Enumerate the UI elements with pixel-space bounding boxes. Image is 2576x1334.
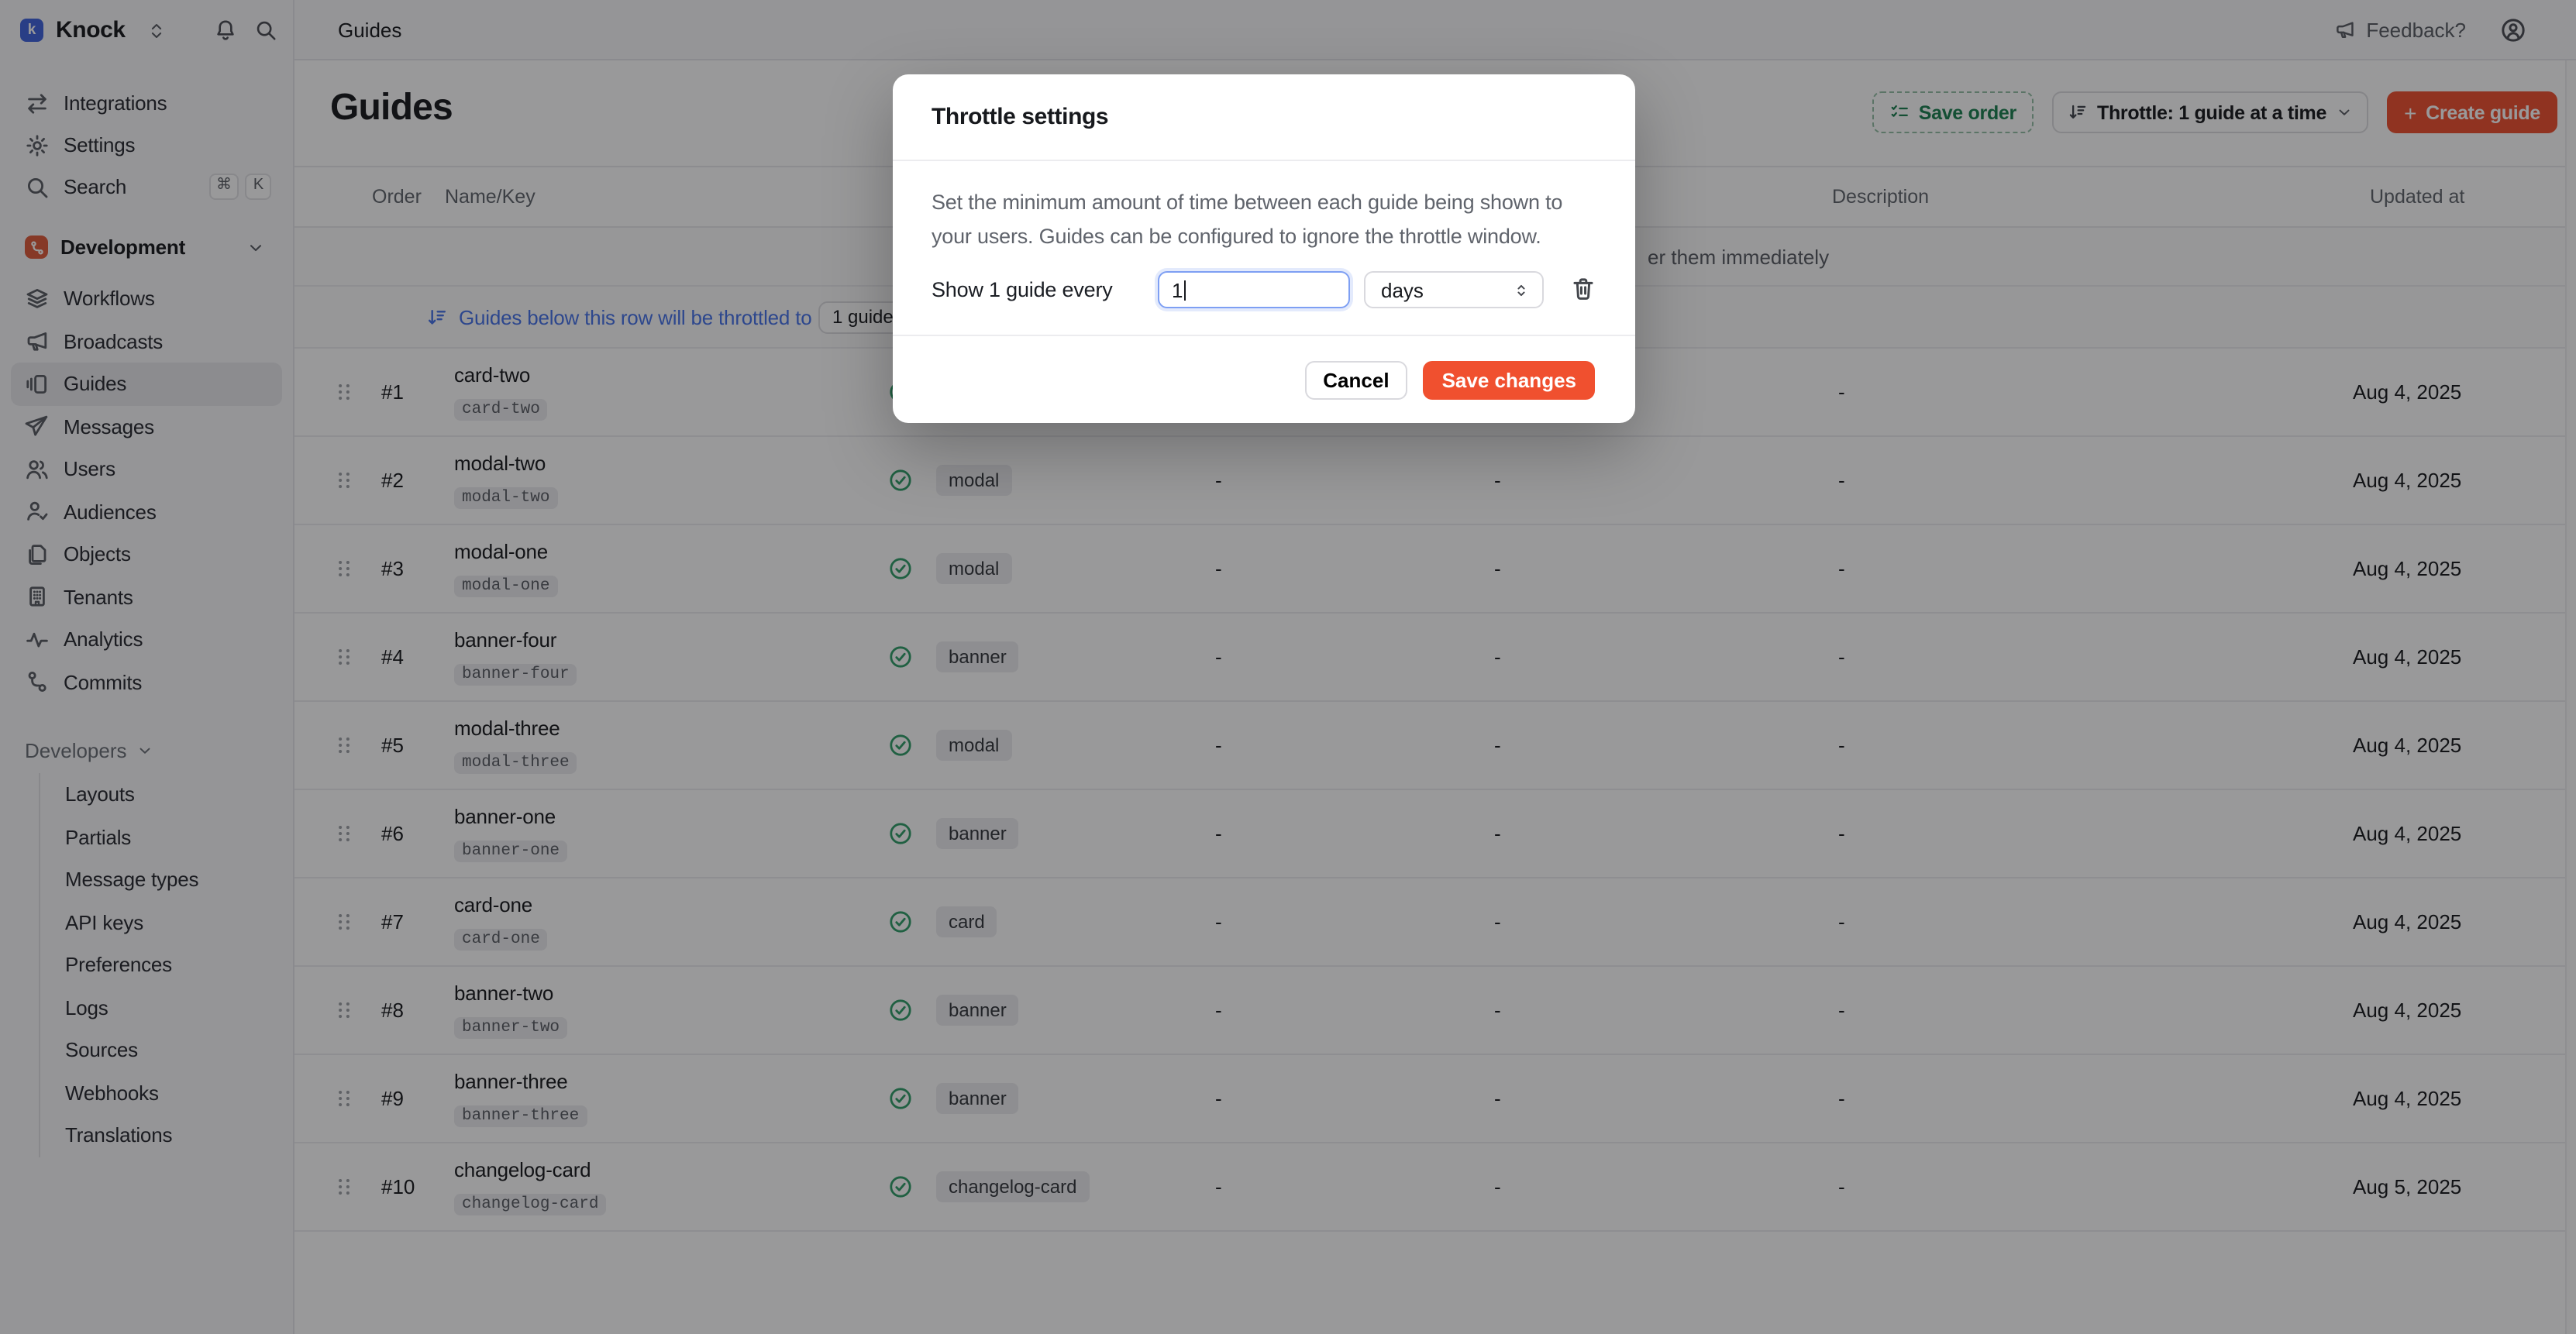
select-stepper-icon: [1513, 280, 1530, 300]
throttle-amount-label: Show 1 guide every: [932, 278, 1113, 301]
modal-description: Set the minimum amount of time between e…: [893, 161, 1635, 253]
modal-form-row: Show 1 guide every 1 days: [932, 271, 1596, 308]
throttle-unit-select[interactable]: days: [1364, 271, 1544, 308]
modal-footer: Cancel Save changes: [893, 335, 1635, 423]
modal-title: Throttle settings: [893, 74, 1635, 161]
throttle-amount-value: 1: [1172, 278, 1183, 301]
cancel-button[interactable]: Cancel: [1304, 360, 1407, 399]
save-changes-button[interactable]: Save changes: [1424, 360, 1595, 399]
throttle-settings-modal: Throttle settings Set the minimum amount…: [893, 74, 1635, 423]
throttle-amount-input[interactable]: 1: [1158, 271, 1350, 308]
throttle-unit-value: days: [1381, 278, 1424, 301]
app-root: k Knock IntegrationsSettingsSearch⌘K Dev…: [0, 0, 2576, 1334]
text-caret: [1184, 280, 1186, 300]
trash-icon[interactable]: [1570, 276, 1596, 302]
